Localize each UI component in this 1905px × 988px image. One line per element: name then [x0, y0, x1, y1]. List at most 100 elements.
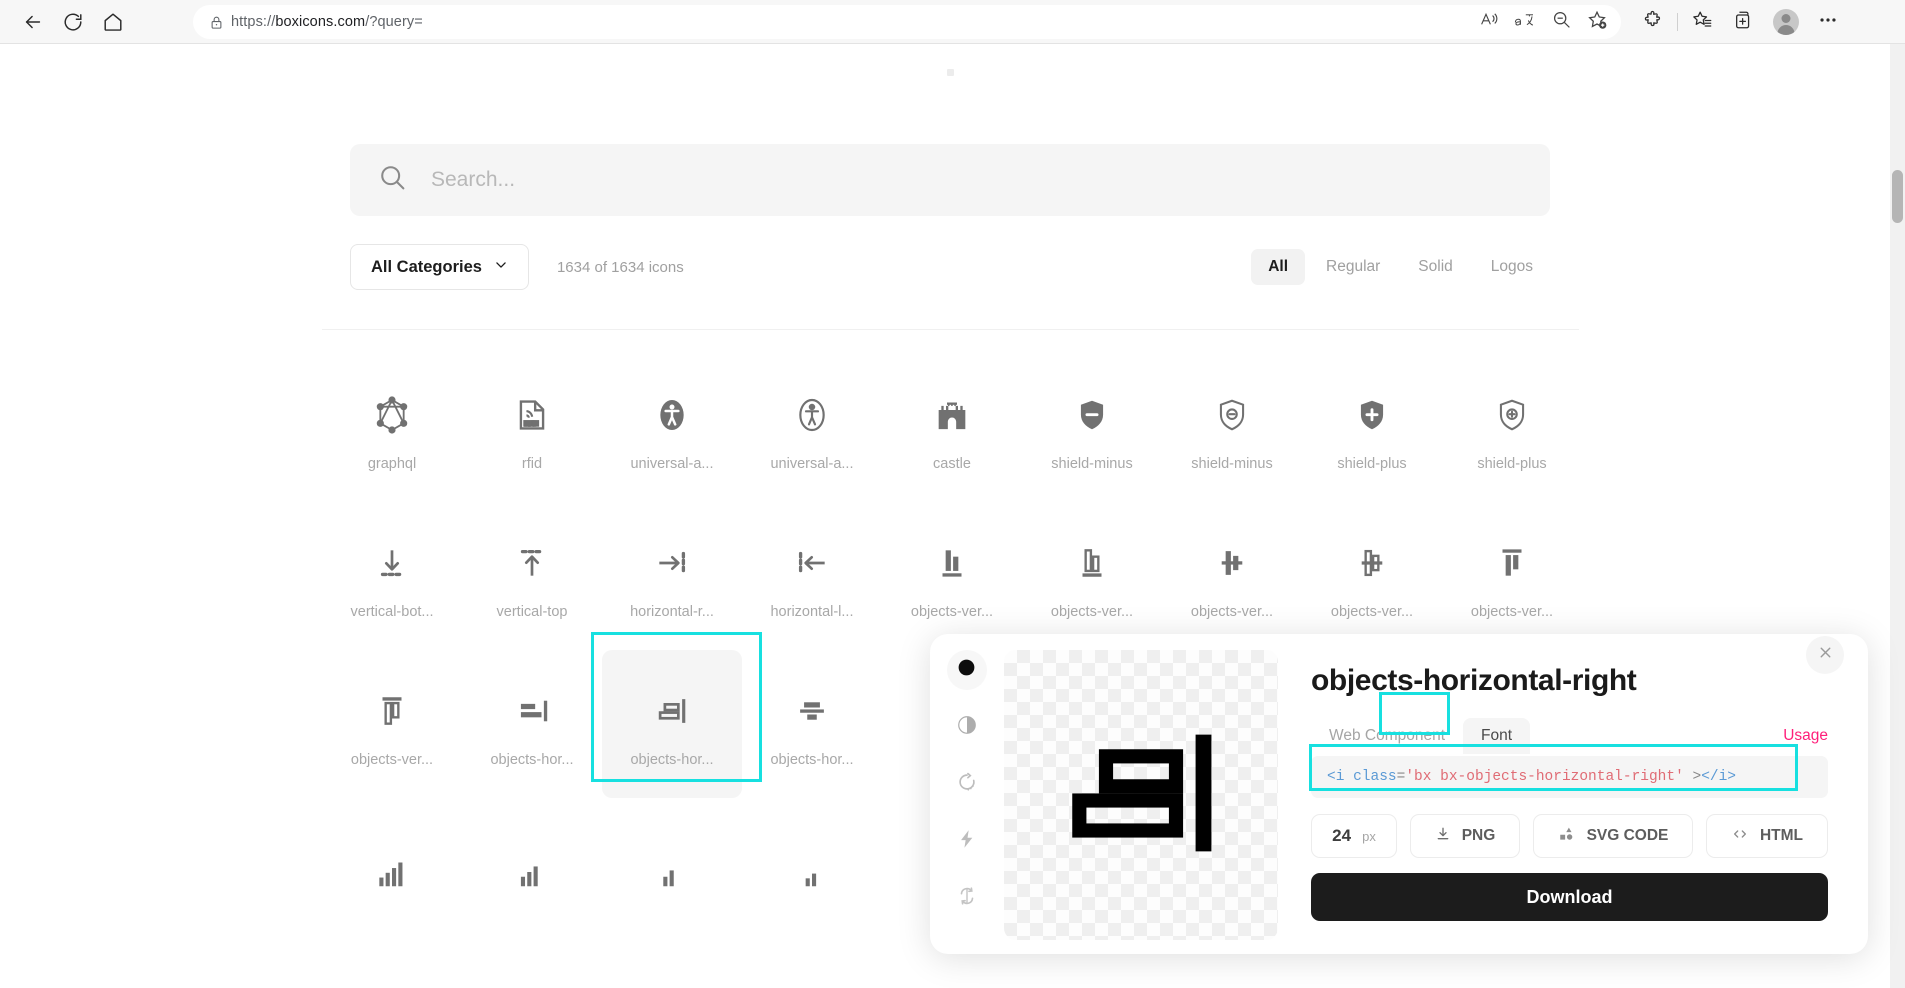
read-aloud-icon	[1479, 9, 1500, 35]
chevron-down-icon	[494, 258, 508, 277]
reload-button[interactable]	[53, 2, 93, 42]
page-scrollbar-track[interactable]	[1890, 44, 1905, 988]
icon-name: objects-hor...	[770, 752, 853, 768]
icon-name: objects-ver...	[1471, 604, 1553, 620]
shield-minus-solid-icon	[1073, 384, 1111, 446]
opacity-tool-button[interactable]	[947, 707, 987, 747]
home-icon	[102, 11, 124, 33]
icon-cell-shield-plus-regular[interactable]: shield-plus	[1442, 354, 1582, 502]
svg-text:RFID: RFID	[525, 421, 538, 427]
rotate-tool-button[interactable]	[947, 764, 987, 804]
icon-cell-shield-minus-regular[interactable]: shield-minus	[1162, 354, 1302, 502]
icon-cell-horizontal-left[interactable]: horizontal-l...	[742, 502, 882, 650]
filter-tab-solid[interactable]: Solid	[1401, 249, 1469, 285]
extensions-button[interactable]	[1632, 4, 1674, 40]
search-input[interactable]	[431, 168, 1481, 192]
icon-name: vertical-top	[497, 604, 568, 620]
icon-cell-objects-vertical-top[interactable]: objects-ver...	[1442, 502, 1582, 650]
icon-cell-bar-chart-square[interactable]	[602, 798, 742, 946]
back-arrow-icon	[22, 11, 44, 33]
translate-button[interactable]	[1507, 7, 1543, 37]
icon-cell-rfid[interactable]: RFID rfid	[462, 354, 602, 502]
horizontal-left-icon	[793, 532, 831, 594]
address-bar[interactable]: https://boxicons.com/?query=	[193, 5, 1621, 39]
shapes-icon	[1558, 825, 1576, 848]
flip-tool-button[interactable]	[947, 878, 987, 918]
filled-circle-icon	[956, 657, 977, 683]
code-attr: class	[1353, 769, 1397, 785]
code-snippet-box[interactable]: <i class='bx bx-objects-horizontal-right…	[1311, 756, 1828, 798]
zoom-out-button[interactable]	[1543, 7, 1579, 37]
bar-chart-alt-icon	[513, 841, 551, 903]
icon-cell-shield-minus-solid[interactable]: shield-minus	[1022, 354, 1162, 502]
icon-cell-objects-vertical-bottom[interactable]: objects-ver...	[882, 502, 1022, 650]
browser-actions	[1632, 4, 1849, 40]
address-bar-actions	[1471, 7, 1615, 37]
add-tab-icon	[1733, 9, 1755, 36]
icon-cell-bar-chart-alt[interactable]	[462, 798, 602, 946]
icon-detail-modal: objects-horizontal-right Web Component F…	[930, 634, 1868, 954]
color-tool-button[interactable]	[947, 650, 987, 690]
objects-vertical-center-regular-icon	[1353, 532, 1391, 594]
icon-name: castle	[933, 456, 971, 472]
tab-font[interactable]: Font	[1463, 718, 1530, 754]
icon-name: shield-minus	[1191, 456, 1272, 472]
html-code-button[interactable]: HTML	[1706, 814, 1828, 858]
icon-cell-vertical-top[interactable]: vertical-top	[462, 502, 602, 650]
icon-cell-objects-horizontal-center[interactable]: objects-hor...	[742, 650, 882, 798]
svg-code-button[interactable]: SVG CODE	[1533, 814, 1693, 858]
icon-cell-castle[interactable]: castle	[882, 354, 1022, 502]
png-download-button[interactable]: PNG	[1410, 814, 1520, 858]
back-button[interactable]	[13, 2, 53, 42]
objects-horizontal-left-icon	[513, 680, 551, 742]
filter-tab-all[interactable]: All	[1251, 249, 1305, 285]
icon-name: objects-ver...	[351, 752, 433, 768]
add-tab-button[interactable]	[1723, 4, 1765, 40]
filter-tab-regular[interactable]: Regular	[1309, 249, 1397, 285]
profile-button[interactable]	[1765, 4, 1807, 40]
icon-cell-objects-vertical-bottom-regular[interactable]: objects-ver...	[1022, 502, 1162, 650]
icon-size-stepper[interactable]: 24 px	[1311, 814, 1397, 858]
icon-cell-vertical-bottom[interactable]: vertical-bot...	[322, 502, 462, 650]
modal-close-button[interactable]	[1806, 636, 1844, 674]
icon-cell-objects-horizontal-left[interactable]: objects-hor...	[462, 650, 602, 798]
add-favorite-icon	[1586, 9, 1608, 36]
icon-name: shield-plus	[1477, 456, 1546, 472]
icon-cell-universal-access-regular[interactable]: universal-a...	[742, 354, 882, 502]
more-options-button[interactable]	[1807, 4, 1849, 40]
modal-code-tabs: Web Component Font Usage	[1311, 718, 1828, 754]
search-icon	[378, 163, 407, 197]
icon-cell-horizontal-right[interactable]: horizontal-r...	[602, 502, 742, 650]
translate-icon	[1513, 10, 1537, 35]
profile-avatar-icon	[1773, 9, 1799, 35]
icon-size-unit: px	[1362, 829, 1376, 844]
page-scrollbar-thumb[interactable]	[1892, 170, 1903, 223]
icon-cell-bar-chart-small[interactable]	[742, 798, 882, 946]
flash-tool-button[interactable]	[947, 821, 987, 861]
svg-label: SVG CODE	[1587, 827, 1669, 845]
close-icon	[1817, 644, 1834, 666]
code-value: 'bx bx-objects-horizontal-right'	[1405, 769, 1683, 785]
tab-web-component[interactable]: Web Component	[1311, 718, 1463, 754]
icon-cell-universal-access-solid[interactable]: universal-a...	[602, 354, 742, 502]
icon-cell-graphql[interactable]: graphql	[322, 354, 462, 502]
download-button[interactable]: Download	[1311, 873, 1828, 921]
icon-cell-objects-vertical-center[interactable]: objects-ver...	[1162, 502, 1302, 650]
favorites-list-icon	[1691, 9, 1713, 36]
all-categories-dropdown[interactable]: All Categories	[350, 244, 529, 290]
icon-cell-objects-vertical-top-2[interactable]: objects-ver...	[322, 650, 462, 798]
search-box[interactable]	[350, 144, 1550, 216]
add-favorite-button[interactable]	[1579, 7, 1615, 37]
filter-tab-logos[interactable]: Logos	[1474, 249, 1550, 285]
icon-cell-objects-vertical-center-regular[interactable]: objects-ver...	[1302, 502, 1442, 650]
home-button[interactable]	[93, 2, 133, 42]
modal-tool-rail	[930, 634, 1004, 954]
objects-horizontal-right-icon	[653, 680, 691, 742]
icon-cell-shield-plus-solid[interactable]: shield-plus	[1302, 354, 1442, 502]
usage-link[interactable]: Usage	[1783, 727, 1828, 745]
icon-cell-bar-chart-alt-2[interactable]	[322, 798, 462, 946]
read-aloud-button[interactable]	[1471, 7, 1507, 37]
favorites-list-button[interactable]	[1681, 4, 1723, 40]
icon-cell-objects-horizontal-right[interactable]: objects-hor...	[602, 650, 742, 798]
code-close-tag: </i>	[1701, 769, 1736, 785]
